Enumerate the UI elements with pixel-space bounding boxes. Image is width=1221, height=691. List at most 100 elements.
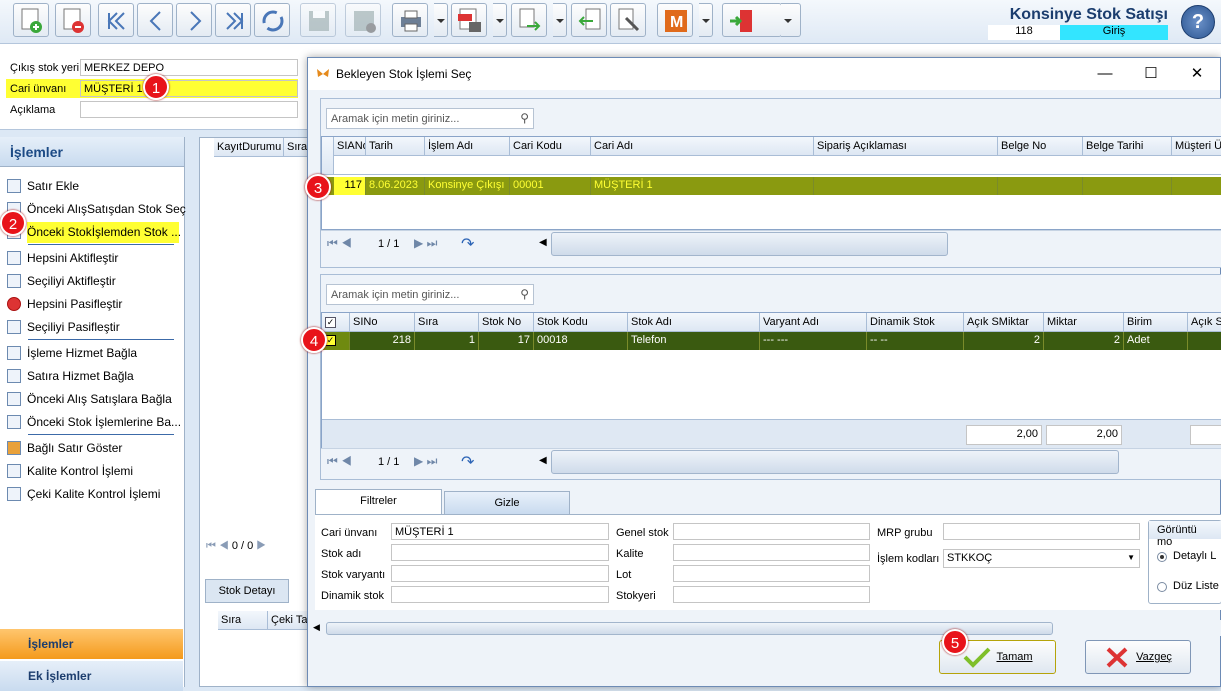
pager-nav-icon[interactable]: ⏮ ◀ bbox=[327, 454, 352, 469]
transfer-button[interactable] bbox=[511, 3, 547, 37]
col-dinamik-stok[interactable]: Dinamik Stok bbox=[867, 313, 964, 332]
top-selected-row[interactable]: 117 8.06.2023 Konsinye Çıkışı 00001 MÜŞT… bbox=[322, 177, 1221, 195]
filter-dinamik-field[interactable] bbox=[391, 586, 609, 603]
tab-stok-detayi[interactable]: Stok Detayı bbox=[205, 579, 289, 603]
col-stok-no[interactable]: Stok No bbox=[479, 313, 534, 332]
previous-record-button[interactable] bbox=[137, 3, 173, 37]
scroll-left-icon[interactable]: ◀ bbox=[539, 237, 547, 248]
cari-unvani-field[interactable]: MÜŞTERİ 1 bbox=[80, 80, 298, 97]
onceki-alis-satislara-bagla-item[interactable]: Önceki Alış Satışlara Bağla bbox=[7, 389, 172, 409]
onceki-alis-satis-item[interactable]: Önceki AlışSatışdan Stok Seç bbox=[7, 199, 186, 219]
hepsini-pasiflestir-item[interactable]: Hepsini Pasifleştir bbox=[7, 294, 122, 314]
col-varyant-adi[interactable]: Varyant Adı bbox=[760, 313, 867, 332]
bottom-horizontal-scrollbar[interactable] bbox=[551, 450, 1119, 474]
onceki-stok-islemlerine-bagla-item[interactable]: Önceki Stok İşlemlerine Ba... bbox=[7, 412, 181, 432]
print-dropdown[interactable] bbox=[434, 3, 448, 37]
col-belge-tarihi[interactable]: Belge Tarihi bbox=[1083, 137, 1172, 156]
seciliyi-aktiflestir-item[interactable]: Seçiliyi Aktifleştir bbox=[7, 271, 116, 291]
filter-mrp-field[interactable] bbox=[943, 523, 1140, 540]
next-record-button[interactable] bbox=[176, 3, 212, 37]
refresh-button[interactable] bbox=[254, 3, 290, 37]
filter-genel-stok-field[interactable] bbox=[673, 523, 870, 540]
seciliyi-pasiflestir-item[interactable]: Seçiliyi Pasifleştir bbox=[7, 317, 120, 337]
col-stok-adi[interactable]: Stok Adı bbox=[628, 313, 760, 332]
tab-filtreler[interactable]: Filtreler bbox=[315, 489, 442, 515]
radio-duz-liste[interactable] bbox=[1157, 582, 1167, 592]
bg-col-sira-2[interactable]: Sıra bbox=[218, 611, 268, 630]
bg-col-kayitdurumu[interactable]: KayıtDurumu bbox=[214, 138, 284, 157]
exit-dropdown[interactable] bbox=[781, 3, 801, 37]
col-acik-smiktar[interactable]: Açık SMiktar bbox=[964, 313, 1044, 332]
nav-islemler[interactable]: İşlemler bbox=[0, 629, 183, 659]
hepsini-aktiflestir-item[interactable]: Hepsini Aktifleştir bbox=[7, 248, 118, 268]
scroll-left-icon[interactable]: ◀ bbox=[539, 455, 547, 466]
help-icon[interactable]: ? bbox=[1181, 5, 1215, 39]
radio-detayli[interactable] bbox=[1157, 552, 1167, 562]
col-tarih[interactable]: Tarih bbox=[366, 137, 425, 156]
maximize-button[interactable]: ☐ bbox=[1128, 58, 1174, 90]
col-musteri[interactable]: Müşteri Ü bbox=[1172, 137, 1221, 156]
cancel-x-icon bbox=[1106, 647, 1128, 668]
top-filter-row[interactable] bbox=[334, 156, 1221, 175]
cikis-stok-yeri-field[interactable]: MERKEZ DEPO bbox=[80, 59, 298, 76]
col-siparis-aciklamasi[interactable]: Sipariş Açıklaması bbox=[814, 137, 998, 156]
filter-stokyeri-field[interactable] bbox=[673, 586, 870, 603]
scroll-left-icon[interactable]: ◀ bbox=[313, 622, 320, 633]
col-cari-adi[interactable]: Cari Adı bbox=[591, 137, 814, 156]
isleme-hizmet-bagla-item[interactable]: İşleme Hizmet Bağla bbox=[7, 343, 137, 363]
col-sira[interactable]: Sıra bbox=[415, 313, 479, 332]
satira-hizmet-bagla-item[interactable]: Satıra Hizmet Bağla bbox=[7, 366, 134, 386]
m-module-dropdown[interactable] bbox=[699, 3, 713, 37]
redo-icon[interactable]: ↷ bbox=[461, 234, 474, 254]
import-button[interactable] bbox=[571, 3, 607, 37]
bottom-search-input[interactable]: Aramak için metin giriniz... ⚲ bbox=[326, 284, 534, 305]
top-search-input[interactable]: Aramak için metin giriniz... ⚲ bbox=[326, 108, 534, 129]
col-miktar[interactable]: Miktar bbox=[1044, 313, 1124, 332]
filter-islem-kodlari-select[interactable]: STKKOÇ ▼ bbox=[943, 549, 1140, 568]
minimize-button[interactable]: — bbox=[1082, 58, 1128, 90]
col-acik-s[interactable]: Açık S bbox=[1188, 313, 1221, 332]
ceki-kalite-kontrol-item[interactable]: Çeki Kalite Kontrol İşlemi bbox=[7, 484, 160, 504]
col-stok-kodu[interactable]: Stok Kodu bbox=[534, 313, 628, 332]
save-close-button[interactable] bbox=[345, 3, 381, 37]
col-belge-no[interactable]: Belge No bbox=[998, 137, 1083, 156]
aciklama-field[interactable] bbox=[80, 101, 298, 118]
tools-button[interactable] bbox=[610, 3, 646, 37]
new-record-button[interactable] bbox=[13, 3, 49, 37]
col-sino[interactable]: SINo bbox=[350, 313, 415, 332]
filter-lot-field[interactable] bbox=[673, 565, 870, 582]
m-module-button[interactable]: M bbox=[657, 3, 693, 37]
col-sianno[interactable]: SIANo bbox=[334, 137, 366, 156]
bg-col-ceki[interactable]: Çeki Tak bbox=[268, 611, 310, 630]
select-all-checkbox[interactable]: ✓ bbox=[322, 313, 350, 332]
print-button[interactable] bbox=[392, 3, 428, 37]
close-button[interactable]: ✕ bbox=[1174, 58, 1220, 90]
filter-stok-adi-field[interactable] bbox=[391, 544, 609, 561]
pager-next-icon[interactable]: ▶ ⏭ bbox=[414, 454, 437, 469]
vazgec-button[interactable]: Vazgeç bbox=[1085, 640, 1191, 674]
col-birim[interactable]: Birim bbox=[1124, 313, 1188, 332]
col-islem-adi[interactable]: İşlem Adı bbox=[425, 137, 510, 156]
satir-ekle-item[interactable]: Satır Ekle bbox=[7, 176, 79, 196]
col-cari-kodu[interactable]: Cari Kodu bbox=[510, 137, 591, 156]
bagli-satir-goster-item[interactable]: Bağlı Satır Göster bbox=[7, 438, 122, 458]
filter-varyant-field[interactable] bbox=[391, 565, 609, 582]
last-record-button[interactable] bbox=[215, 3, 251, 37]
exit-button[interactable] bbox=[722, 3, 782, 37]
pager-nav-icon[interactable]: ⏮ ◀ bbox=[327, 236, 352, 251]
filter-cari-field[interactable]: MÜŞTERİ 1 bbox=[391, 523, 609, 540]
pager-next-icon[interactable]: ▶ ⏭ bbox=[414, 236, 437, 251]
top-horizontal-scrollbar[interactable] bbox=[551, 232, 948, 256]
transfer-dropdown[interactable] bbox=[553, 3, 567, 37]
export-pdf-button[interactable] bbox=[451, 3, 487, 37]
delete-record-button[interactable] bbox=[55, 3, 91, 37]
bottom-selected-row[interactable]: ✓ 218 1 17 00018 Telefon --- --- -- -- 2… bbox=[322, 332, 1221, 350]
first-record-button[interactable] bbox=[98, 3, 134, 37]
save-button[interactable] bbox=[300, 3, 336, 37]
filter-kalite-field[interactable] bbox=[673, 544, 870, 561]
tab-gizle[interactable]: Gizle bbox=[444, 491, 570, 515]
export-dropdown[interactable] bbox=[493, 3, 507, 37]
onceki-stok-islem-item[interactable]: Önceki Stokİşlemden Stok ... bbox=[7, 222, 181, 242]
kalite-kontrol-item[interactable]: Kalite Kontrol İşlemi bbox=[7, 461, 133, 481]
redo-icon[interactable]: ↷ bbox=[461, 452, 474, 472]
